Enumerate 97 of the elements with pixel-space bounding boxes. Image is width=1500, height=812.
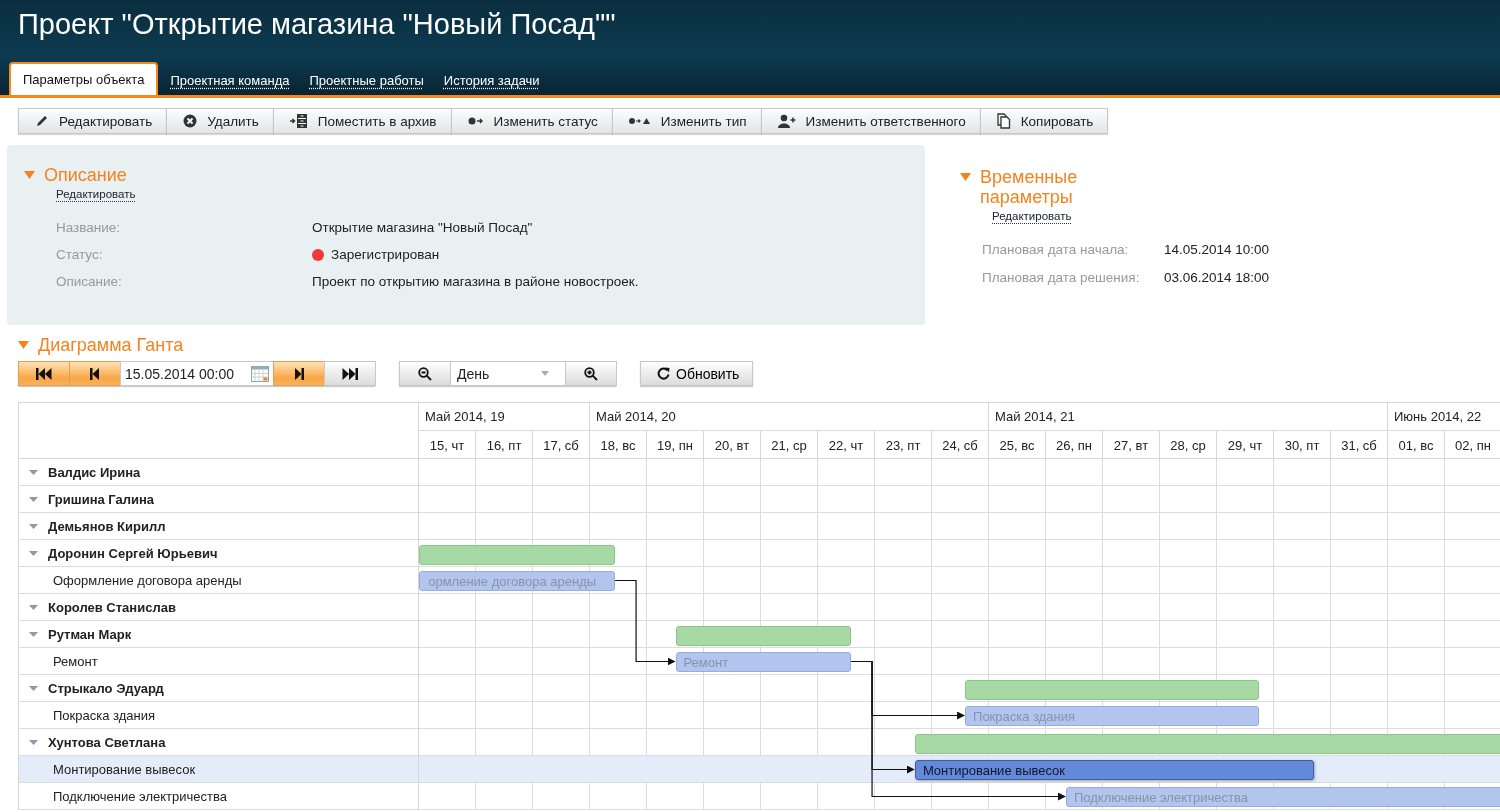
- expand-triangle-icon[interactable]: [29, 469, 38, 475]
- field-value: Проект по открытию магазина в районе новостроек.: [312, 274, 639, 289]
- day-header: 17, сб: [533, 431, 590, 459]
- resource-name: Королев Станислав: [48, 599, 176, 615]
- expand-triangle-icon[interactable]: [29, 496, 38, 502]
- day-header: 22, чт: [818, 431, 875, 459]
- toolbar-button[interactable]: Изменить статус: [450, 108, 613, 134]
- step-back-icon: [90, 367, 100, 380]
- edit-link[interactable]: Редактировать: [56, 187, 136, 202]
- day-header: 20, вт: [704, 431, 761, 459]
- field-label: Статус:: [56, 247, 104, 262]
- section-heading: Описание: [44, 165, 127, 185]
- day-header: 21, ср: [761, 431, 818, 459]
- day-header: 01, вс: [1388, 431, 1445, 459]
- day-header: 02, пн: [1445, 431, 1500, 459]
- tab[interactable]: Проектная команда: [162, 65, 298, 95]
- tab[interactable]: Параметры объекта: [9, 62, 159, 95]
- day-header: 26, пн: [1046, 431, 1103, 459]
- resource-name: Демьянов Кирилл: [48, 518, 166, 534]
- section-heading: Диаграмма Ганта: [38, 335, 184, 355]
- zoom-out-icon: [418, 366, 432, 381]
- step-forward-icon: [294, 367, 304, 380]
- day-header: 24, сб: [932, 431, 989, 459]
- field-value: 03.06.2014 18:00: [1164, 270, 1270, 285]
- field-label: Плановая дата начала:: [982, 242, 1130, 257]
- expand-triangle-icon[interactable]: [29, 550, 38, 556]
- toolbar-button[interactable]: Изменить тип: [611, 108, 762, 134]
- resource-name: Валдис Ирина: [48, 464, 141, 480]
- nav-button[interactable]: [18, 361, 70, 386]
- calendar-icon: [251, 365, 269, 382]
- toolbar-button[interactable]: Поместить в архив: [272, 108, 452, 134]
- page-title: Проект "Открытие магазина "Новый Посад"": [17, 7, 617, 41]
- day-header: 15, чт: [419, 431, 476, 459]
- zoom-in-button[interactable]: [565, 361, 617, 386]
- cabinet-icon: [289, 113, 308, 129]
- scale-select[interactable]: День: [450, 361, 566, 386]
- resource-name: Рутман Марк: [48, 626, 132, 642]
- month-header: Июнь 2014, 22: [1388, 403, 1500, 431]
- pencil-icon: [35, 114, 49, 128]
- task-row[interactable]: Ремонт: [19, 648, 418, 675]
- day-header: 19, пн: [647, 431, 704, 459]
- refresh-icon: [657, 367, 670, 380]
- task-bar[interactable]: Монтирование вывесок: [914, 760, 1314, 780]
- nav-button[interactable]: [69, 361, 121, 386]
- dot-arrow-triangle-icon: [628, 116, 651, 126]
- month-header: Май 2014, 19: [419, 403, 590, 431]
- task-row[interactable]: Оформление договора аренды: [19, 567, 418, 594]
- expand-triangle-icon[interactable]: [29, 685, 38, 691]
- dot-arrow-icon: [467, 116, 484, 126]
- resource-name: Стрыкало Эдуард: [48, 680, 164, 696]
- tab[interactable]: История задачи: [435, 65, 548, 95]
- refresh-button[interactable]: Обновить: [640, 361, 754, 386]
- resource-name: Гришина Галина: [48, 491, 155, 507]
- resource-name: Доронин Сергей Юрьевич: [48, 545, 218, 561]
- close-icon: [183, 114, 198, 128]
- field-label: Название:: [56, 220, 122, 235]
- month-header: Май 2014, 21: [989, 403, 1388, 431]
- day-header: 16, пт: [476, 431, 533, 459]
- toolbar-button[interactable]: Копировать: [979, 108, 1109, 134]
- expand-triangle-icon[interactable]: [29, 523, 38, 529]
- section-heading: Временные параметры: [980, 167, 1079, 207]
- day-header: 27, вт: [1103, 431, 1160, 459]
- copy-icon: [996, 113, 1011, 129]
- task-row[interactable]: Покраска здания: [19, 702, 418, 729]
- month-header: Май 2014, 20: [590, 403, 989, 431]
- zoom-in-icon: [584, 366, 598, 381]
- day-header: 29, чт: [1217, 431, 1274, 459]
- field-label: Описание:: [56, 274, 123, 289]
- field-label: Плановая дата решения:: [982, 270, 1141, 285]
- task-row[interactable]: Подключение электричества: [19, 783, 418, 810]
- field-value: Зарегистрирован: [331, 247, 440, 262]
- day-header: 31, сб: [1331, 431, 1388, 459]
- date-field[interactable]: 15.05.2014 00:00: [120, 361, 274, 386]
- expand-triangle-icon[interactable]: [29, 604, 38, 610]
- toolbar-button[interactable]: Изменить ответственного: [760, 108, 981, 134]
- toolbar-button[interactable]: Редактировать: [18, 108, 168, 134]
- skip-forward-icon: [342, 367, 358, 380]
- day-header: 25, вс: [989, 431, 1046, 459]
- zoom-out-button[interactable]: [399, 361, 451, 386]
- day-header: 30, пт: [1274, 431, 1331, 459]
- expand-triangle-icon[interactable]: [29, 631, 38, 637]
- task-row[interactable]: Монтирование вывесок: [19, 756, 418, 783]
- nav-button[interactable]: [273, 361, 325, 386]
- field-value: Открытие магазина "Новый Посад": [312, 220, 533, 235]
- day-header: 23, пт: [875, 431, 932, 459]
- add-person-icon: [777, 114, 796, 128]
- field-value: 14.05.2014 10:00: [1164, 242, 1270, 257]
- tab[interactable]: Проектные работы: [301, 65, 432, 95]
- edit-link[interactable]: Редактировать: [992, 209, 1072, 224]
- caret-icon: [541, 371, 549, 376]
- day-header: 28, ср: [1160, 431, 1217, 459]
- toolbar-button[interactable]: Удалить: [166, 108, 274, 134]
- expand-triangle-icon[interactable]: [29, 739, 38, 745]
- day-header: 18, вс: [590, 431, 647, 459]
- nav-button[interactable]: [324, 361, 376, 386]
- resource-name: Хунтова Светлана: [48, 734, 166, 750]
- skip-back-icon: [36, 367, 52, 380]
